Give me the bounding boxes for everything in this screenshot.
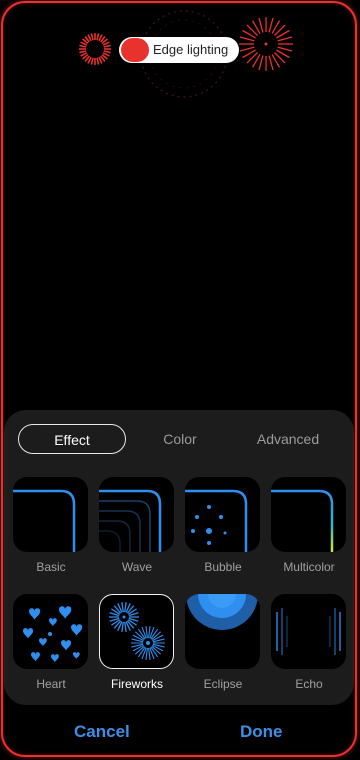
effect-label-eclipse: Eclipse (203, 677, 243, 691)
effect-label-basic: Basic (36, 560, 66, 574)
multicolor-edge-icon (271, 477, 346, 552)
effect-settings-panel: Effect Color Advanced Basic Wave Bubble … (4, 410, 354, 705)
bubble-edge-icon (185, 477, 260, 552)
fireworks-preview: Edge lighting (0, 0, 360, 110)
basic-edge-icon (13, 477, 88, 552)
effect-label-echo: Echo (295, 677, 323, 691)
effect-label-multicolor: Multicolor (283, 560, 335, 574)
tab-effect[interactable]: Effect (18, 424, 126, 454)
cancel-button[interactable]: Cancel (74, 722, 130, 742)
effect-label-fireworks: Fireworks (110, 677, 163, 691)
edge-lighting-screen: Edge lighting Effect Color Advanced Basi… (0, 0, 360, 760)
eclipse-edge-icon (185, 594, 260, 669)
effect-tile-fireworks[interactable]: Fireworks (99, 594, 174, 691)
effect-tile-eclipse[interactable]: Eclipse (185, 594, 260, 691)
effect-label-wave: Wave (121, 560, 153, 574)
done-button[interactable]: Done (240, 722, 283, 742)
fireworks-edge-icon (99, 594, 174, 669)
tab-advanced[interactable]: Advanced (234, 424, 342, 454)
action-bar: Cancel Done (0, 712, 360, 756)
effect-tile-echo[interactable]: Echo (271, 594, 346, 691)
effect-label-bubble: Bubble (204, 560, 242, 574)
firework-burst-right-icon (239, 17, 293, 71)
edge-lighting-toggle[interactable]: Edge lighting (119, 37, 239, 63)
firework-burst-left-icon (79, 33, 111, 65)
tab-color[interactable]: Color (126, 424, 234, 454)
edge-lighting-label: Edge lighting (153, 42, 229, 57)
toggle-knob (121, 38, 149, 62)
effect-tile-multicolor[interactable]: Multicolor (271, 477, 346, 574)
effect-tile-basic[interactable]: Basic (13, 477, 88, 574)
echo-edge-icon (271, 594, 346, 669)
wave-edge-icon (99, 477, 174, 552)
effect-tile-bubble[interactable]: Bubble (185, 477, 260, 574)
effect-tile-wave[interactable]: Wave (99, 477, 174, 574)
effect-label-heart: Heart (36, 677, 66, 691)
heart-edge-icon (13, 594, 88, 669)
effect-tile-heart[interactable]: Heart (13, 594, 88, 691)
